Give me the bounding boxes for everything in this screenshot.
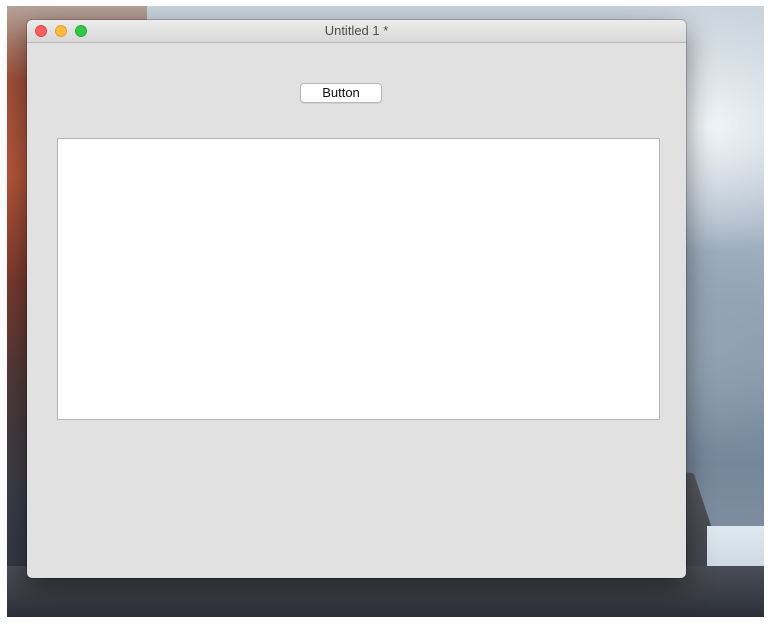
minimize-icon[interactable] (55, 25, 67, 37)
app-window: Untitled 1 * Button (27, 20, 686, 578)
text-area[interactable] (57, 138, 660, 420)
window-titlebar[interactable]: Untitled 1 * (27, 20, 686, 43)
push-button[interactable]: Button (300, 83, 382, 103)
window-title: Untitled 1 * (324, 23, 389, 38)
screenshot-frame: Untitled 1 * Button (0, 0, 771, 625)
zoom-icon[interactable] (75, 25, 87, 37)
close-icon[interactable] (35, 25, 47, 37)
